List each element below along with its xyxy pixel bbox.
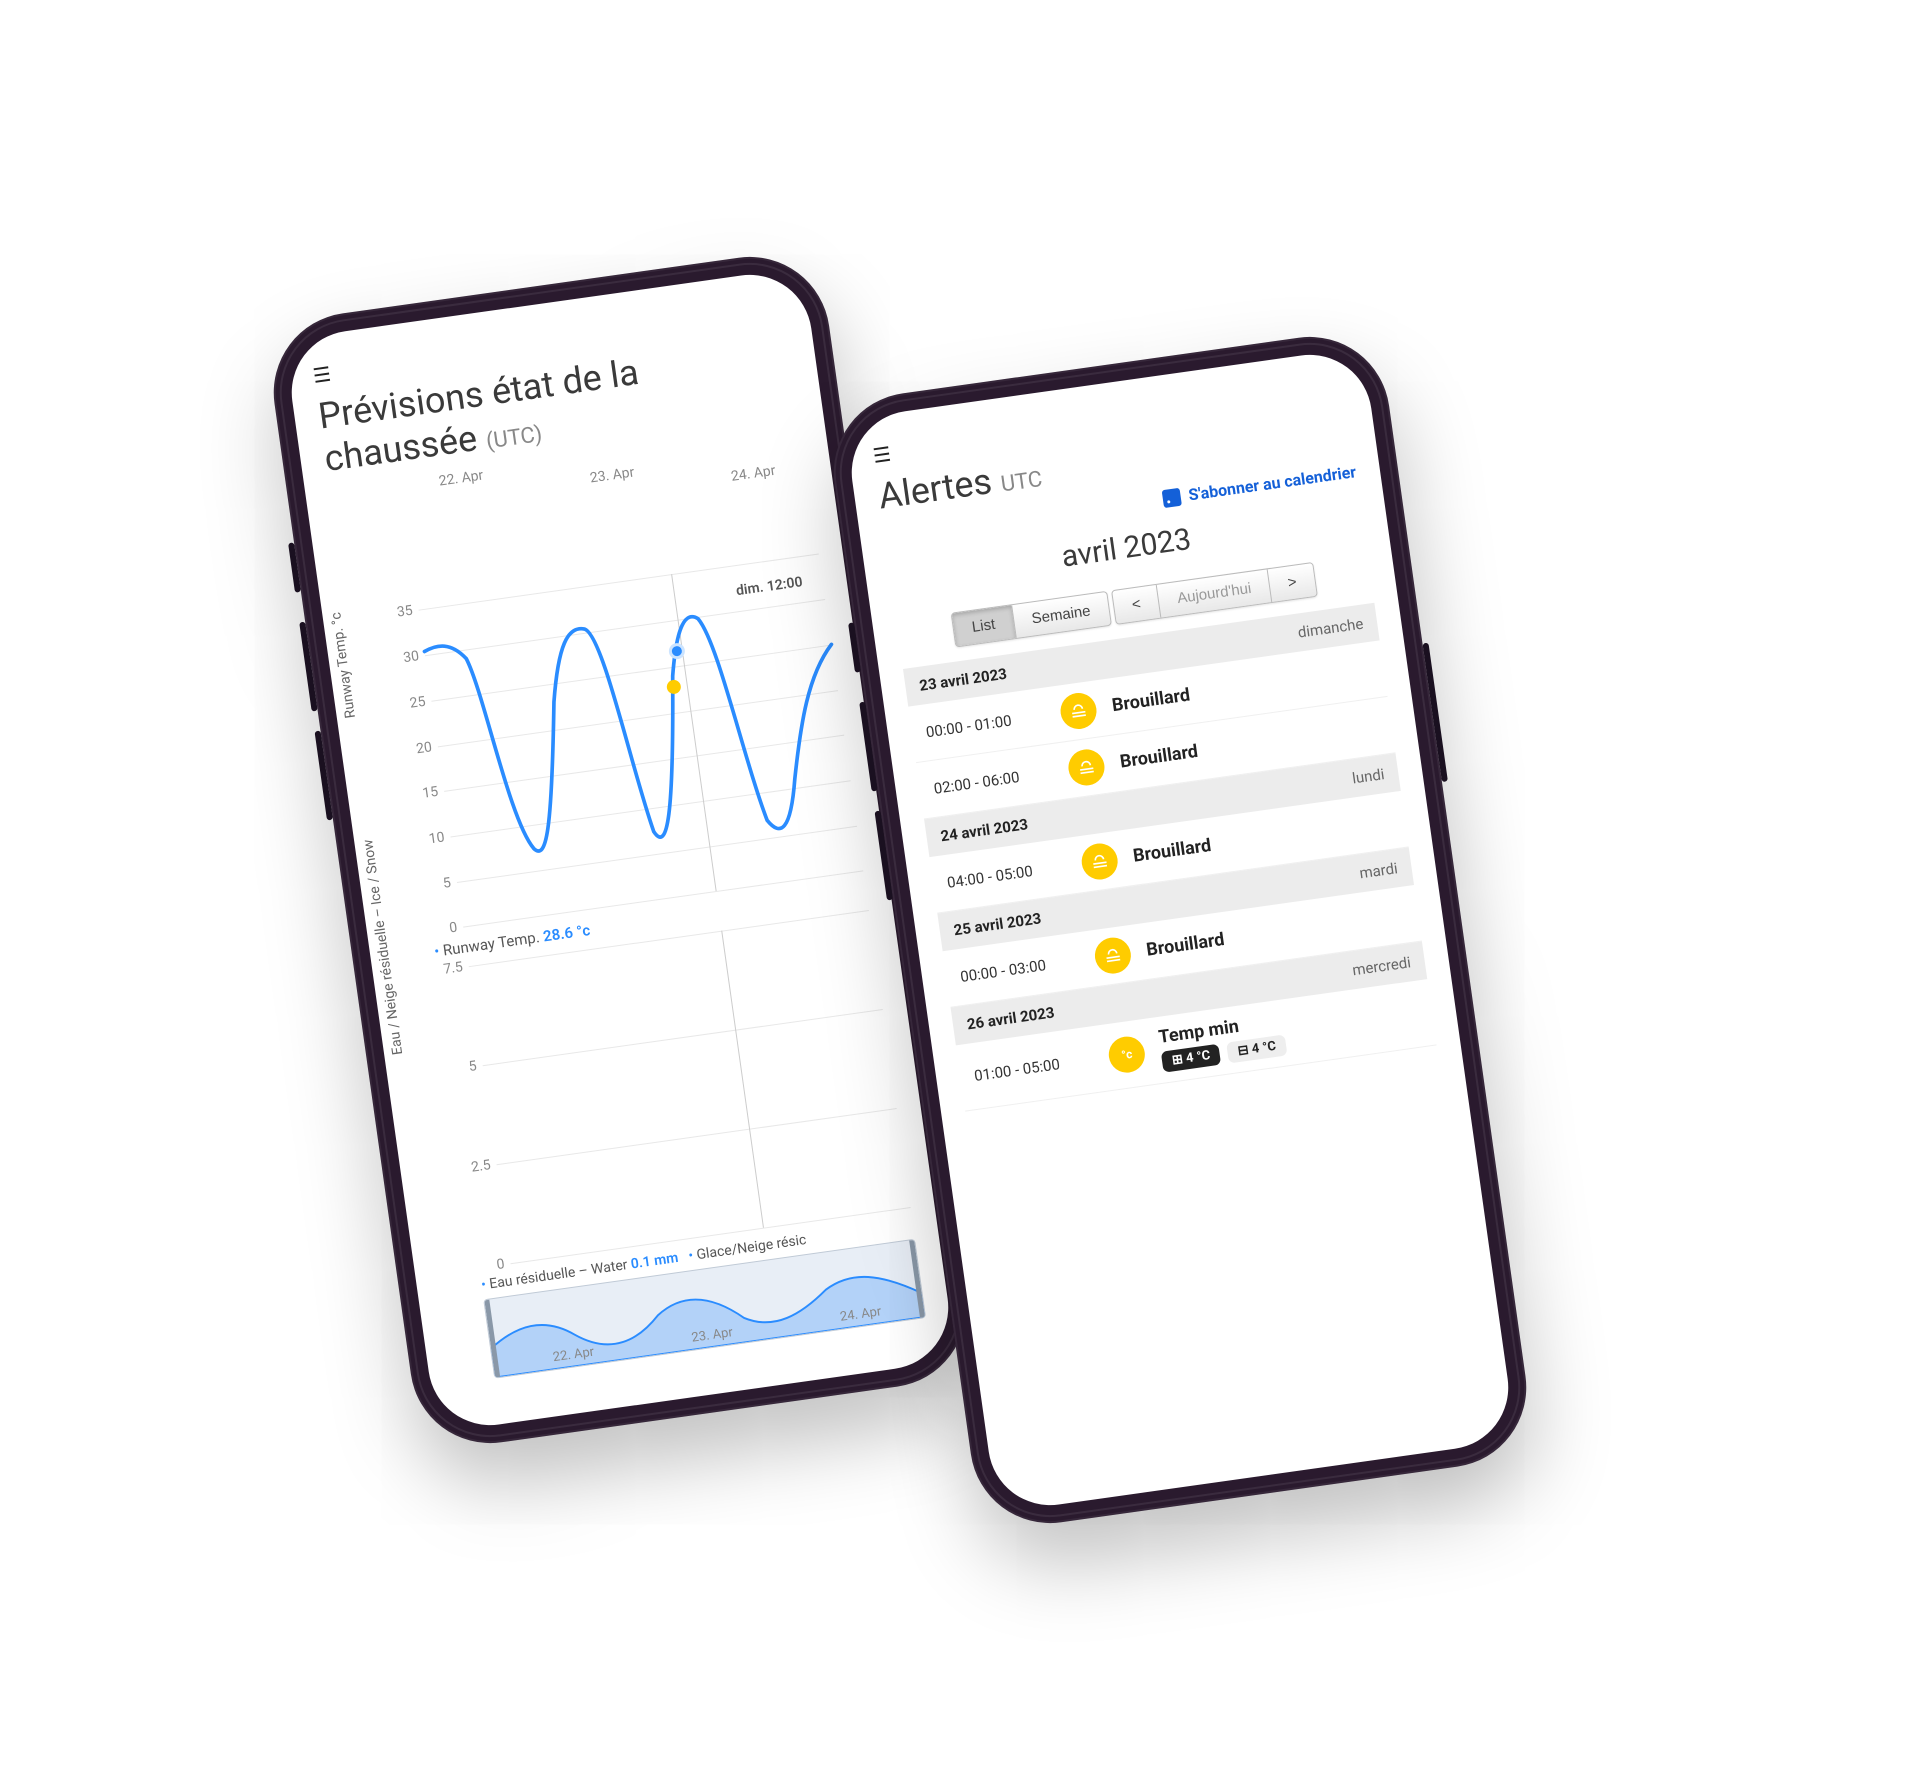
- prev-button[interactable]: <: [1112, 584, 1161, 623]
- alert-time: 04:00 - 05:00: [946, 857, 1067, 892]
- alert-time: 01:00 - 05:00: [973, 1050, 1094, 1085]
- tab-week[interactable]: Semaine: [1011, 591, 1111, 637]
- alert-time: 00:00 - 03:00: [959, 951, 1080, 986]
- day-header-date: 23 avril 2023: [918, 664, 1008, 694]
- day-header-date: 24 avril 2023: [939, 814, 1029, 844]
- fog-icon: [1093, 934, 1134, 975]
- y-tick: 25: [395, 693, 427, 713]
- y-tick: 5: [420, 874, 452, 894]
- y-tick: 0: [426, 919, 458, 939]
- legend-value: 0.1 mm: [630, 1250, 680, 1272]
- alert-list: 23 avril 2023dimanche00:00 - 01:00Brouil…: [903, 602, 1437, 1111]
- day-header-dow: dimanche: [1297, 614, 1365, 641]
- plot-area[interactable]: [469, 910, 911, 1263]
- page-title-text: Alertes: [876, 460, 995, 517]
- day-header-date: 25 avril 2023: [953, 909, 1043, 939]
- date-tick: 24. Apr: [730, 463, 776, 485]
- page-title-tz: UTC: [999, 466, 1043, 497]
- legend-value: 28.6 °c: [542, 921, 591, 945]
- day-header-dow: mardi: [1358, 858, 1399, 881]
- y-tick: 20: [401, 738, 433, 758]
- view-segmented-control: List Semaine: [951, 590, 1112, 647]
- page-title-tz: (UTC): [485, 422, 544, 455]
- alert-time: 02:00 - 06:00: [933, 762, 1054, 797]
- y-tick: 15: [407, 784, 439, 804]
- plot-area[interactable]: [419, 553, 864, 926]
- side-button: [1422, 642, 1447, 781]
- y-tick: 0: [474, 1256, 506, 1276]
- side-button: [288, 542, 301, 592]
- temp-pills: ⊞ 4 °C⊟ 4 °C: [1161, 1015, 1421, 1072]
- rss-icon: [1162, 487, 1182, 507]
- date-tick: 23. Apr: [589, 464, 635, 486]
- current-time-line: [721, 930, 764, 1227]
- day-header-date: 26 avril 2023: [966, 1003, 1056, 1033]
- temp-pill-dark: ⊞ 4 °C: [1161, 1043, 1222, 1072]
- y-axis-label: Runway Temp. °c: [328, 611, 359, 719]
- fog-icon: [1079, 840, 1120, 881]
- water-ice-chart[interactable]: Eau / Neige résiduelle – Ice / Snow 7.55…: [397, 910, 910, 1273]
- y-tick: 5: [446, 1058, 478, 1078]
- side-button: [315, 730, 333, 820]
- next-button[interactable]: >: [1267, 562, 1317, 601]
- y-tick: 10: [414, 829, 446, 849]
- tab-list[interactable]: List: [952, 605, 1015, 646]
- runway-temp-curve: [419, 553, 860, 900]
- side-button: [299, 621, 317, 711]
- date-tick: 22. Apr: [438, 467, 484, 489]
- fog-icon: [1066, 746, 1107, 787]
- day-header-dow: mercredi: [1351, 952, 1412, 978]
- alert-time: 00:00 - 01:00: [925, 706, 1046, 741]
- temp-icon: [1106, 1033, 1147, 1074]
- y-tick: 35: [382, 602, 414, 622]
- runway-temp-chart[interactable]: 22. Apr 23. Apr 24. Apr Runway Temp. °c …: [329, 423, 863, 937]
- fog-icon: [1058, 690, 1099, 731]
- y-tick: 7.5: [432, 959, 464, 979]
- day-header-dow: lundi: [1351, 764, 1386, 786]
- today-button[interactable]: Aujourd'hui: [1156, 569, 1271, 617]
- y-tick: 30: [388, 648, 420, 668]
- temp-pill-light: ⊟ 4 °C: [1226, 1034, 1287, 1063]
- y-tick: 2.5: [460, 1157, 492, 1177]
